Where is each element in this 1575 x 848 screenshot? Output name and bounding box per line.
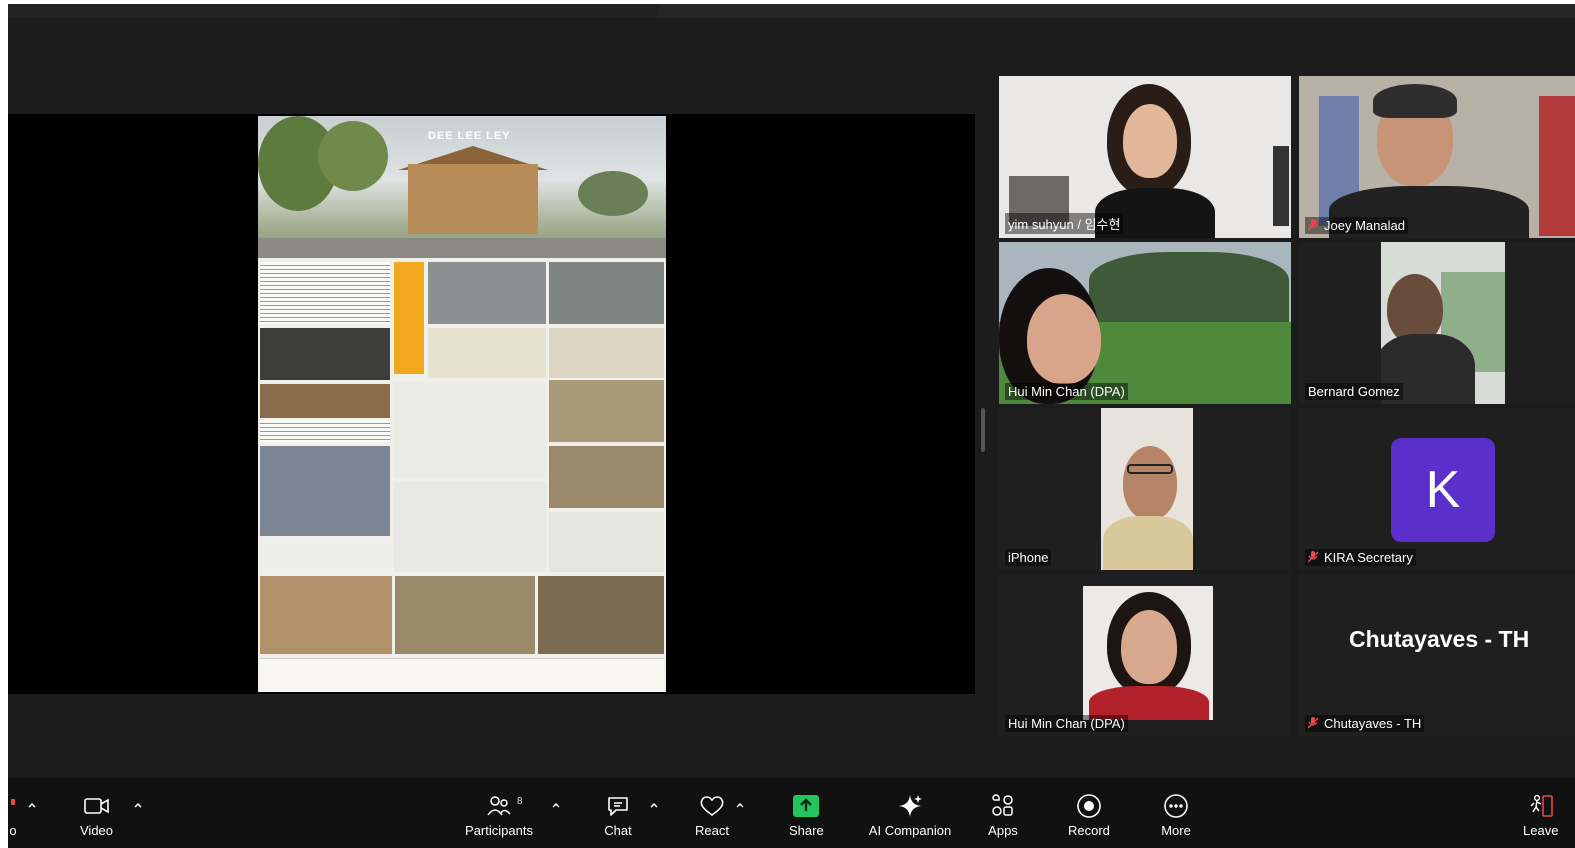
- participant-tile[interactable]: iPhone: [999, 408, 1291, 570]
- participant-tile[interactable]: Bernard Gomez: [1299, 242, 1575, 404]
- participant-name: Joey Manalad: [1305, 217, 1408, 234]
- sparkle-icon: [868, 792, 952, 820]
- muted-mic-icon: [1307, 219, 1319, 231]
- participant-tile[interactable]: Hui Min Chan (DPA): [999, 242, 1291, 404]
- participant-name: Hui Min Chan (DPA): [1005, 715, 1128, 732]
- poster-hero-image: DEE LEE LEY: [258, 116, 666, 258]
- participant-video: [999, 242, 1291, 404]
- participants-count-badge: 8: [517, 796, 523, 807]
- heart-icon: [697, 792, 727, 820]
- meeting-app: DEE LEE LEY yim suhyun / 임수현 Joey Manala…: [0, 0, 1575, 848]
- apps-icon: [988, 792, 1018, 820]
- audio-button[interactable]: o: [8, 792, 20, 838]
- participants-button[interactable]: Participants 8: [464, 792, 534, 838]
- muted-mic-icon: [1307, 551, 1319, 563]
- react-button[interactable]: React: [695, 792, 729, 838]
- participant-name: Bernard Gomez: [1305, 383, 1403, 400]
- chat-options-chevron-icon[interactable]: [649, 800, 659, 810]
- record-icon: [1074, 792, 1104, 820]
- participant-gallery: yim suhyun / 임수현 Joey Manalad Hui Min Ch…: [975, 4, 1575, 778]
- leave-door-icon: [1526, 792, 1556, 820]
- more-icon: [1161, 792, 1191, 820]
- meeting-window: DEE LEE LEY yim suhyun / 임수현 Joey Manala…: [8, 4, 1575, 848]
- more-button[interactable]: More: [1161, 792, 1191, 838]
- react-options-chevron-icon[interactable]: [735, 800, 745, 810]
- participant-video: [1083, 586, 1213, 720]
- ai-companion-button[interactable]: AI Companion: [868, 792, 952, 838]
- video-button[interactable]: Video: [80, 792, 113, 838]
- audio-options-chevron-icon[interactable]: [27, 800, 37, 810]
- muted-mic-icon: [1307, 717, 1319, 729]
- participant-video: [1101, 408, 1193, 570]
- participant-video: [1381, 242, 1505, 404]
- chat-button[interactable]: Chat: [603, 792, 633, 838]
- chat-bubble-icon: [603, 792, 633, 820]
- participant-display-name: Chutayaves - TH: [1349, 626, 1530, 652]
- participant-tile[interactable]: Hui Min Chan (DPA): [999, 574, 1291, 736]
- participant-tile[interactable]: K KIRA Secretary: [1299, 408, 1575, 570]
- participant-tile[interactable]: Joey Manalad: [1299, 76, 1575, 238]
- shared-poster: DEE LEE LEY: [258, 116, 666, 692]
- participants-options-chevron-icon[interactable]: [551, 800, 561, 810]
- participant-name: Chutayaves - TH: [1305, 715, 1425, 732]
- participant-tile[interactable]: Chutayaves - TH Chutayaves - TH: [1299, 574, 1575, 736]
- shared-screen[interactable]: DEE LEE LEY: [8, 114, 975, 694]
- video-options-chevron-icon[interactable]: [133, 800, 143, 810]
- avatar: K: [1391, 438, 1495, 542]
- record-button[interactable]: Record: [1068, 792, 1110, 838]
- apps-button[interactable]: Apps: [988, 792, 1018, 838]
- participant-name: KIRA Secretary: [1305, 549, 1416, 566]
- meeting-toolbar: o Video Participants 8 Chat React Share: [8, 778, 1575, 848]
- share-button[interactable]: Share: [789, 792, 824, 838]
- participant-name: Hui Min Chan (DPA): [1005, 383, 1128, 400]
- participant-video: [1299, 76, 1575, 238]
- poster-title: DEE LEE LEY: [428, 130, 511, 142]
- leave-button[interactable]: Leave: [1523, 792, 1558, 838]
- participants-icon: [464, 792, 534, 820]
- panel-resize-handle[interactable]: [981, 408, 985, 452]
- participant-name: iPhone: [1005, 549, 1052, 566]
- participant-tile[interactable]: yim suhyun / 임수현: [999, 76, 1291, 238]
- video-camera-icon: [82, 792, 112, 820]
- participant-name: yim suhyun / 임수현: [1005, 213, 1124, 234]
- share-screen-icon: [791, 792, 821, 820]
